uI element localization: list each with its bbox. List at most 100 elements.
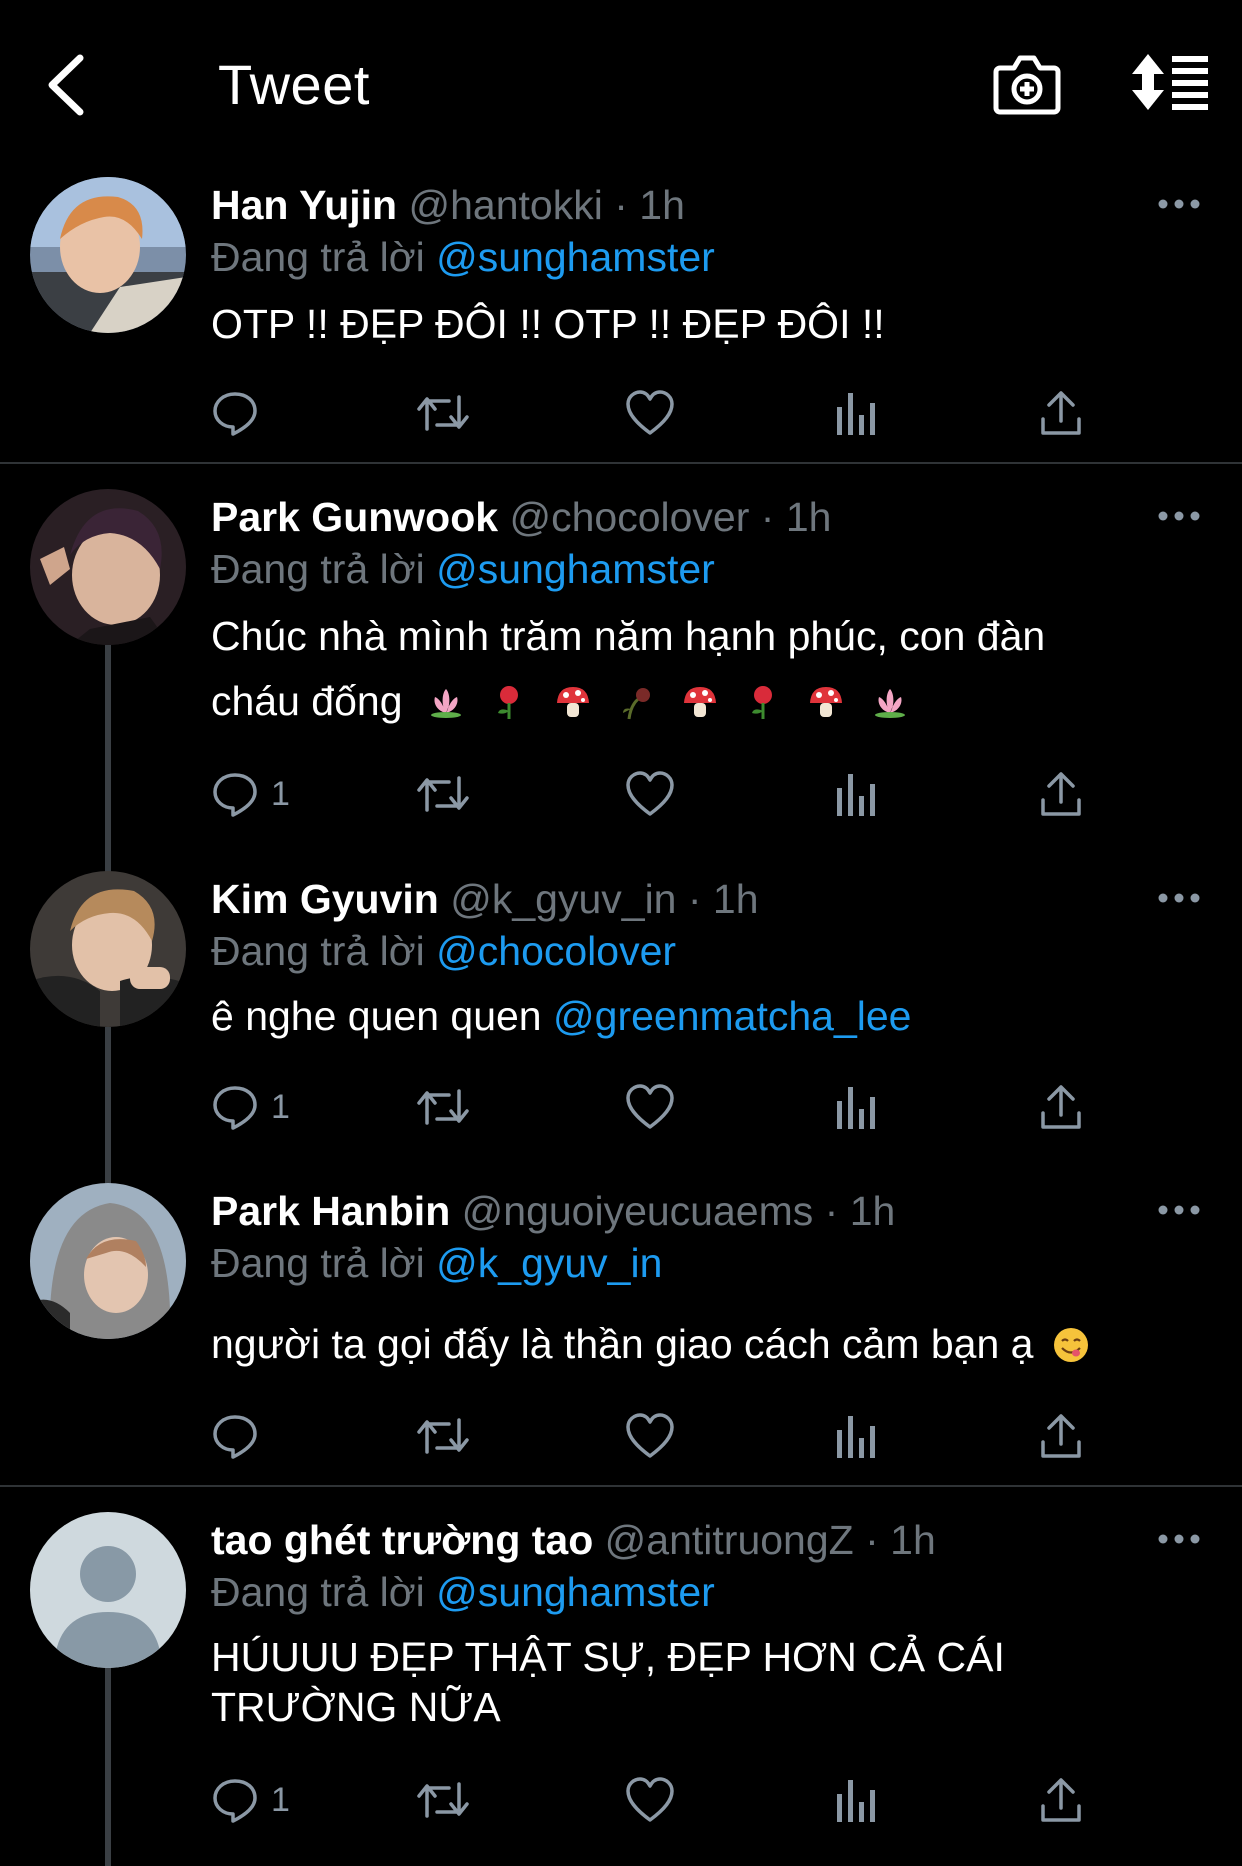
handle[interactable]: @chocolover [509, 494, 749, 540]
avatar[interactable] [30, 177, 186, 333]
replying-to: Đang trả lời @sunghamster [211, 234, 715, 280]
avatar[interactable] [30, 1183, 186, 1339]
mention-link[interactable]: @k_gyuv_in [436, 1240, 662, 1286]
share-icon [1041, 1414, 1081, 1458]
display-name[interactable]: Kim Gyuvin [211, 876, 439, 922]
tweet-header: Park Gunwook @chocolover · 1h [211, 494, 831, 541]
display-name[interactable]: Park Gunwook [211, 494, 498, 540]
retweet-button[interactable] [415, 1775, 471, 1825]
timestamp: · 1h [760, 494, 832, 540]
divider [0, 462, 1242, 464]
share-button[interactable] [1039, 1775, 1083, 1825]
share-icon [1041, 1085, 1081, 1129]
sort-icon[interactable] [1130, 52, 1210, 112]
mention-link[interactable]: @sunghamster [436, 546, 715, 592]
lotus-icon [430, 689, 461, 718]
tweet-text: Chúc nhà mình trăm năm hạnh phúc, con đà… [211, 613, 1046, 724]
retweet-button[interactable] [415, 769, 471, 819]
display-name[interactable]: Park Hanbin [211, 1188, 450, 1234]
views-button[interactable] [835, 1082, 877, 1132]
retweet-button[interactable] [415, 388, 471, 438]
more-icon[interactable] [1158, 892, 1200, 904]
more-icon[interactable] [1158, 1533, 1200, 1545]
display-name[interactable]: tao ghét trường tao [211, 1517, 593, 1563]
mention-link[interactable]: @sunghamster [436, 1569, 715, 1615]
views-button[interactable] [835, 769, 877, 819]
timestamp: · 1h [614, 182, 685, 228]
page-title: Tweet [218, 53, 370, 116]
share-button[interactable] [1039, 388, 1083, 438]
share-icon [1041, 1778, 1081, 1822]
replying-to: Đang trả lời @chocolover [211, 928, 677, 974]
share-button[interactable] [1039, 1082, 1083, 1132]
like-button[interactable] [625, 769, 675, 819]
handle[interactable]: @antitruongZ [605, 1517, 854, 1563]
like-button[interactable] [625, 1411, 675, 1461]
mushroom-icon [810, 687, 843, 717]
more-icon[interactable] [1158, 198, 1200, 210]
share-button[interactable] [1039, 1411, 1083, 1461]
avatar[interactable] [30, 871, 186, 1027]
views-button[interactable] [835, 1775, 877, 1825]
views-button[interactable] [835, 1411, 877, 1461]
reply-button[interactable]: 1 [211, 1775, 290, 1825]
reply-button[interactable]: 1 [211, 769, 290, 819]
reply-button[interactable] [211, 388, 271, 438]
like-button[interactable] [625, 1082, 675, 1132]
analytics-icon [837, 393, 875, 435]
rose-icon [498, 686, 519, 719]
more-icon[interactable] [1158, 1204, 1200, 1216]
mention-link[interactable]: @sunghamster [436, 234, 715, 280]
share-button[interactable] [1039, 769, 1083, 819]
reply-count: 1 [271, 1087, 290, 1126]
avatar[interactable] [30, 1512, 186, 1668]
like-button[interactable] [625, 388, 675, 438]
retweet-icon [417, 776, 469, 812]
yum-face-icon [1053, 1328, 1088, 1362]
replying-to: Đang trả lời @k_gyuv_in [211, 1240, 663, 1286]
reply-button[interactable] [211, 1411, 271, 1461]
avatar[interactable] [30, 489, 186, 645]
reply-icon [213, 773, 257, 817]
default-avatar-icon [30, 1512, 186, 1668]
mushroom-icon [683, 687, 716, 717]
reply-button[interactable]: 1 [211, 1082, 290, 1132]
mention-link[interactable]: @chocolover [436, 928, 676, 974]
reply-count: 1 [271, 1780, 290, 1819]
handle[interactable]: @nguoiyeucuaems [462, 1188, 814, 1234]
divider [0, 1485, 1242, 1487]
tweet-text: HÚUUU ĐẸP THẬT SỰ, ĐẸP HƠN CẢ CÁI TRƯỜNG… [211, 1634, 1005, 1730]
reply-count: 1 [271, 774, 290, 813]
emoji-row [420, 678, 916, 724]
tweet-header: Kim Gyuvin @k_gyuv_in · 1h [211, 876, 759, 923]
rose-icon [751, 686, 772, 719]
camera-plus-icon[interactable] [992, 50, 1062, 116]
views-button[interactable] [835, 388, 877, 438]
handle[interactable]: @hantokki [408, 182, 602, 228]
retweet-icon [417, 1418, 469, 1454]
mention-link[interactable]: @greenmatcha_lee [553, 993, 911, 1039]
replying-to: Đang trả lời @sunghamster [211, 546, 715, 592]
retweet-icon [417, 1089, 469, 1125]
retweet-icon [417, 395, 469, 431]
tweet-header: Han Yujin @hantokki · 1h [211, 182, 685, 229]
tweet-actions [211, 388, 1091, 438]
wilted-rose-icon [623, 688, 651, 720]
retweet-button[interactable] [415, 1082, 471, 1132]
like-button[interactable] [625, 1775, 675, 1825]
share-icon [1041, 391, 1081, 435]
reply-icon [213, 1415, 257, 1459]
analytics-icon [837, 1780, 875, 1822]
lotus-icon [874, 689, 905, 718]
more-icon[interactable] [1158, 510, 1200, 522]
retweet-button[interactable] [415, 1411, 471, 1461]
chevron-left-icon[interactable] [40, 50, 94, 120]
handle[interactable]: @k_gyuv_in [450, 876, 676, 922]
reply-icon [213, 1779, 257, 1823]
reply-icon [213, 1086, 257, 1130]
tweet-text: OTP !! ĐẸP ĐÔI !! OTP !! ĐẸP ĐÔI !! [211, 301, 885, 347]
tweet-actions: 1 [211, 1082, 1091, 1132]
timestamp: · 1h [865, 1517, 936, 1563]
display-name[interactable]: Han Yujin [211, 182, 397, 228]
mushroom-icon [556, 687, 589, 717]
